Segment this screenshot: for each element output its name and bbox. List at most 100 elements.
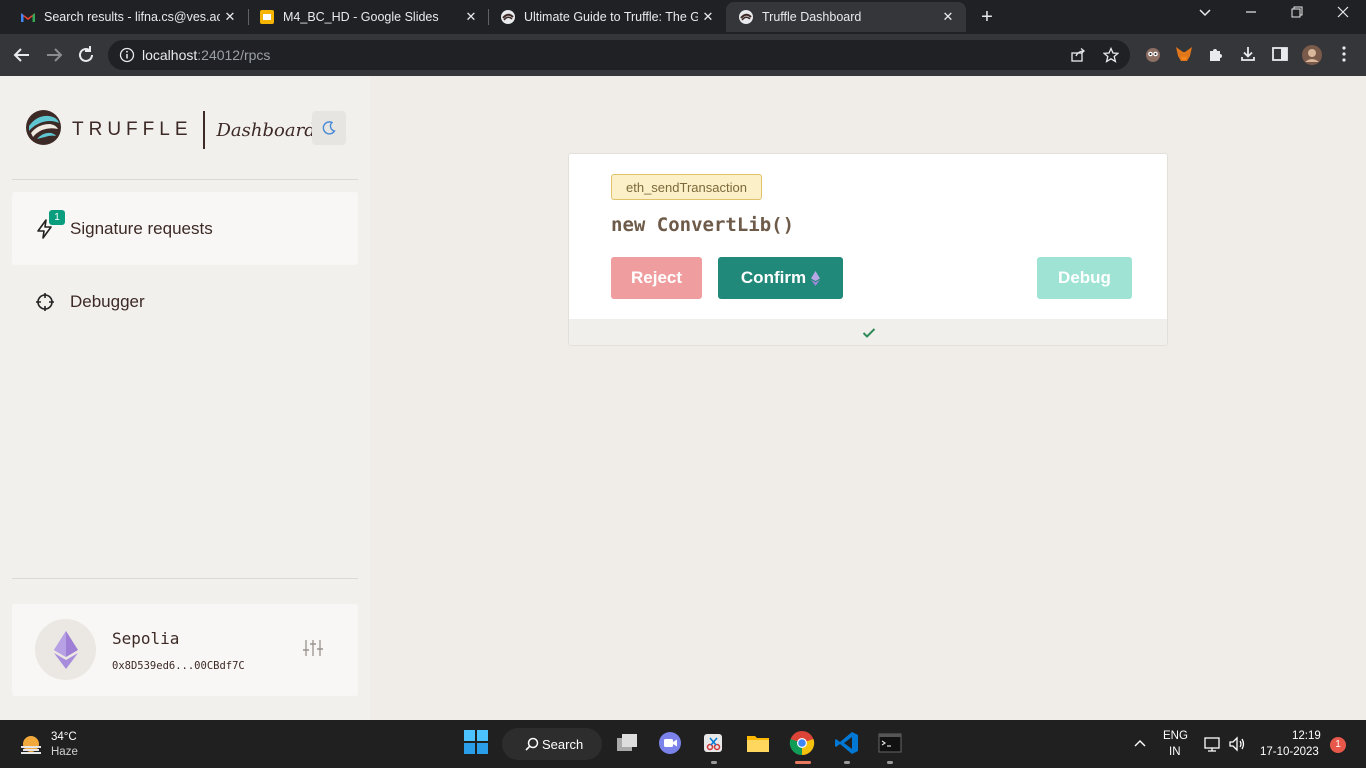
terminal-icon[interactable] <box>877 730 903 756</box>
sidebar-item-label: Signature requests <box>70 218 213 238</box>
windows-start-icon[interactable] <box>464 730 490 756</box>
clock-time[interactable]: 12:19 <box>1292 730 1321 742</box>
url-host: localhost <box>142 47 198 63</box>
clock-date: 17-10-2023 <box>1260 746 1319 758</box>
sidebar-item-signature-requests[interactable]: 1 Signature requests <box>12 192 358 265</box>
sliders-icon[interactable] <box>302 638 324 663</box>
browser-toolbar: localhost:24012/rpcs <box>0 34 1366 76</box>
search-icon <box>525 737 539 751</box>
browser-tab-strip: Search results - lifna.cs@ves.ac.in ✕ M4… <box>0 0 1366 34</box>
address-bar[interactable]: localhost:24012/rpcs <box>108 40 1130 70</box>
language-indicator[interactable]: ENG <box>1163 730 1188 742</box>
profile-avatar-icon[interactable] <box>1301 44 1323 66</box>
ethereum-icon <box>35 619 96 680</box>
reject-button[interactable]: Reject <box>611 257 702 299</box>
wallet-address: 0x8D539ed6...00CBdf7C <box>112 660 245 672</box>
minimize-icon[interactable] <box>1239 5 1263 23</box>
brand-divider <box>202 111 205 149</box>
confirm-button[interactable]: Confirm <box>718 257 843 299</box>
tab-close-icon[interactable]: ✕ <box>220 9 240 25</box>
truffle-icon <box>738 9 754 25</box>
weather-icon[interactable] <box>18 731 44 762</box>
url-path: :24012/rpcs <box>197 47 271 63</box>
teams-chat-icon[interactable] <box>657 730 683 756</box>
lightning-icon: 1 <box>34 209 65 240</box>
chrome-icon[interactable] <box>789 730 815 756</box>
sidebar: TRUFFLE Dashboard 1 Signature requests D… <box>0 76 370 720</box>
metamask-icon[interactable] <box>1174 44 1196 66</box>
tab-gmail[interactable]: Search results - lifna.cs@ves.ac.in ✕ <box>0 2 248 32</box>
brand-wordmark: TRUFFLE <box>72 119 193 140</box>
signature-request-card: eth_sendTransaction new ConvertLib() Rej… <box>568 153 1168 346</box>
dark-mode-toggle[interactable] <box>312 111 346 145</box>
tab-title: Search results - lifna.cs@ves.ac.in <box>44 10 220 24</box>
volume-icon[interactable] <box>1228 735 1246 758</box>
network-icon[interactable] <box>1203 735 1221 758</box>
network-panel: Sepolia 0x8D539ed6...00CBdf7C <box>12 604 358 696</box>
owl-extension-icon[interactable] <box>1143 44 1165 66</box>
gmail-icon <box>20 9 36 25</box>
tab-close-icon[interactable]: ✕ <box>698 9 718 25</box>
brand-subtitle: Dashboard <box>216 119 316 141</box>
sidebar-divider <box>12 578 358 579</box>
active-app-indicator <box>795 761 811 764</box>
file-explorer-icon[interactable] <box>745 730 771 756</box>
restore-icon[interactable] <box>1285 5 1309 23</box>
tab-truffle-guide[interactable]: Ultimate Guide to Truffle: The Ga ✕ <box>480 2 726 32</box>
debug-button[interactable]: Debug <box>1037 257 1132 299</box>
region-indicator: IN <box>1169 746 1181 758</box>
site-info-icon[interactable] <box>119 47 135 68</box>
running-indicator <box>844 761 850 764</box>
chevron-up-icon[interactable] <box>1132 736 1148 757</box>
notification-count-badge[interactable]: 1 <box>1330 737 1346 753</box>
forward-icon[interactable] <box>43 44 65 66</box>
confirm-label: Confirm <box>740 268 807 287</box>
new-tab-icon[interactable]: + <box>977 6 997 29</box>
tab-search-icon[interactable] <box>1193 5 1217 23</box>
vscode-icon[interactable] <box>834 730 860 756</box>
tab-truffle-dashboard[interactable]: Truffle Dashboard ✕ <box>726 2 966 32</box>
truffle-brand: TRUFFLE Dashboard <box>25 110 316 150</box>
slides-icon <box>259 9 275 25</box>
weather-description: Haze <box>51 746 78 758</box>
moon-icon <box>322 121 336 135</box>
transaction-call: new ConvertLib() <box>611 214 795 236</box>
back-icon[interactable] <box>11 44 33 66</box>
ethereum-icon <box>811 270 821 286</box>
snipping-tool-icon[interactable] <box>701 730 727 756</box>
checkmark-icon <box>862 328 876 338</box>
dashboard-page: TRUFFLE Dashboard 1 Signature requests D… <box>0 76 1366 720</box>
truffle-icon <box>500 9 516 25</box>
running-indicator <box>711 761 717 764</box>
notification-badge: 1 <box>49 209 65 225</box>
tab-close-icon[interactable]: ✕ <box>938 9 958 25</box>
browser-menu-icon[interactable] <box>1337 44 1359 66</box>
bookmark-star-icon[interactable] <box>1102 46 1120 68</box>
crosshair-icon <box>34 291 56 313</box>
weather-temperature: 34°C <box>51 731 77 743</box>
sidebar-divider <box>12 179 358 180</box>
taskbar-search-label: Search <box>542 736 584 752</box>
share-icon[interactable] <box>1070 47 1086 68</box>
tab-title: M4_BC_HD - Google Slides <box>283 10 439 24</box>
tab-slides[interactable]: M4_BC_HD - Google Slides ✕ <box>239 2 489 32</box>
reload-icon[interactable] <box>75 44 97 66</box>
close-window-icon[interactable] <box>1331 5 1355 23</box>
truffle-logo-icon <box>25 109 62 151</box>
card-footer <box>569 319 1167 345</box>
extensions-puzzle-icon[interactable] <box>1206 44 1228 66</box>
network-name: Sepolia <box>112 629 180 648</box>
rpc-method-tag: eth_sendTransaction <box>611 174 762 200</box>
tab-close-icon[interactable]: ✕ <box>461 9 481 25</box>
tab-title: Truffle Dashboard <box>762 10 862 24</box>
side-panel-icon[interactable] <box>1270 44 1292 66</box>
tab-title: Ultimate Guide to Truffle: The Ga <box>524 10 698 24</box>
task-view-icon[interactable] <box>614 730 640 756</box>
download-icon[interactable] <box>1238 44 1260 66</box>
windows-taskbar: 34°C Haze Search ENG IN 12:19 17-10-2023 <box>0 720 1366 768</box>
sidebar-item-debugger[interactable]: Debugger <box>12 265 358 338</box>
url-text: localhost:24012/rpcs <box>142 47 270 63</box>
running-indicator <box>887 761 893 764</box>
taskbar-search-button[interactable]: Search <box>502 728 602 760</box>
sidebar-item-label: Debugger <box>70 291 145 311</box>
